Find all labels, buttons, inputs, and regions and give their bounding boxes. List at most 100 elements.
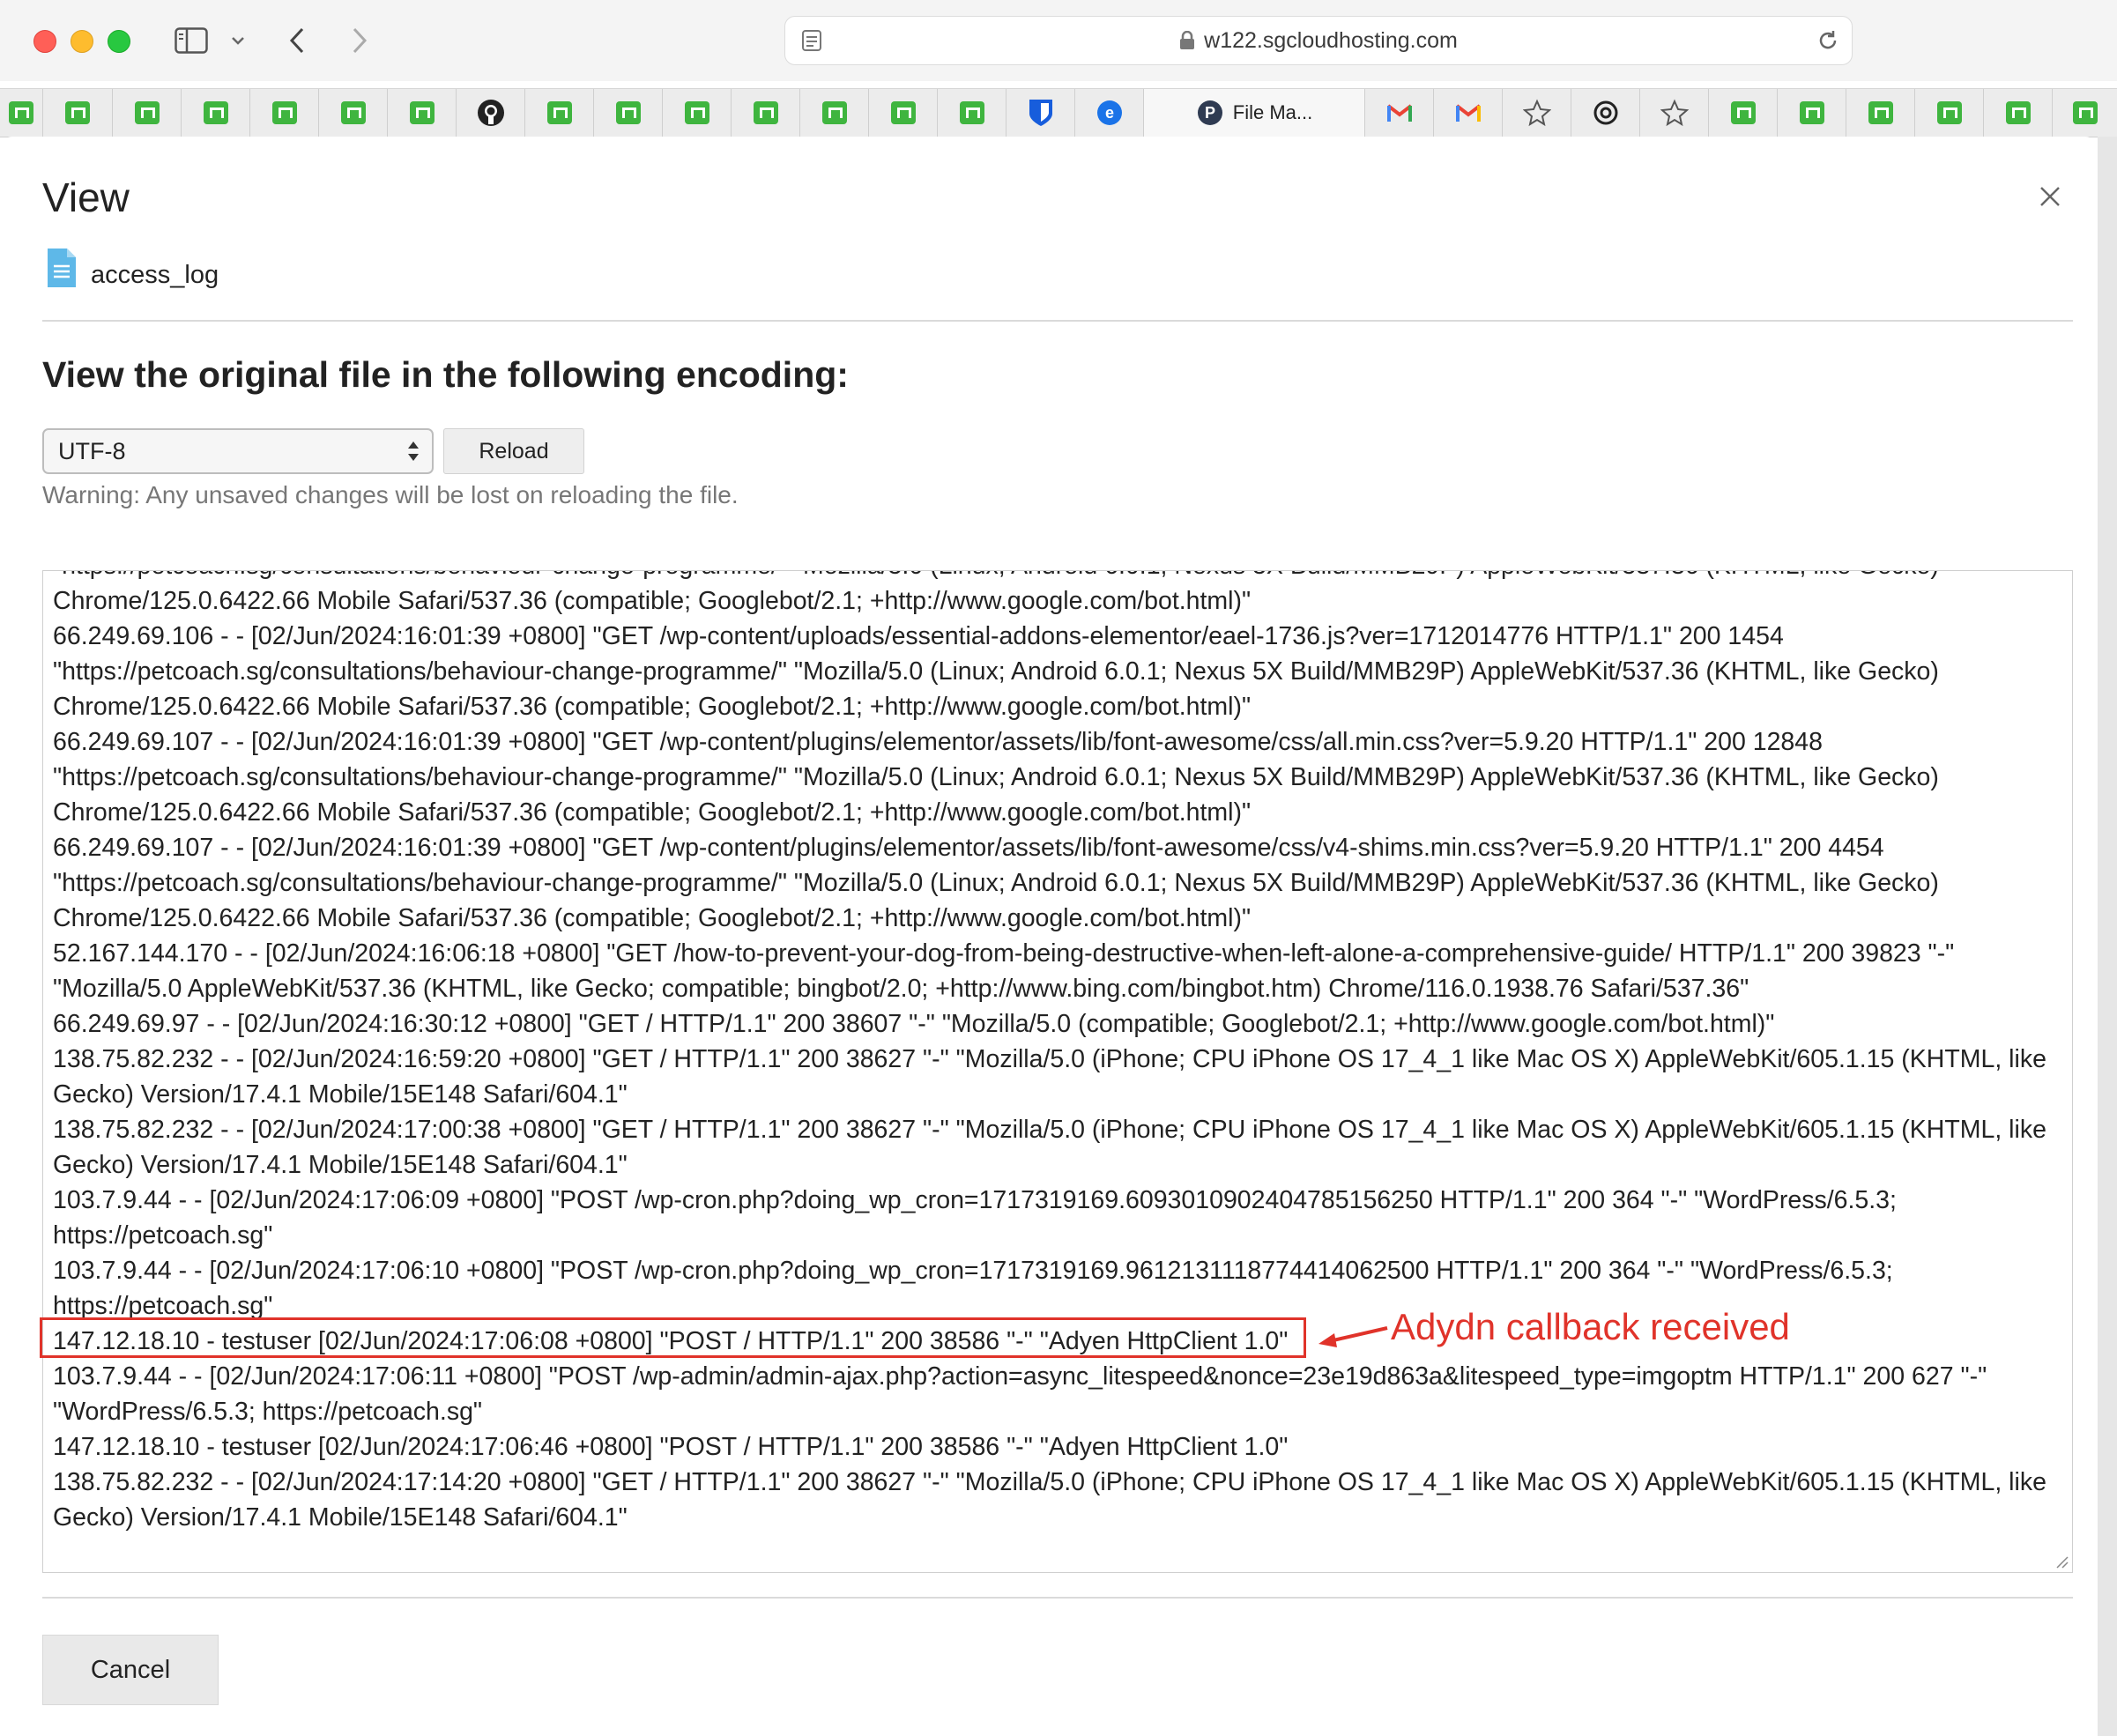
bookmark-item[interactable]: [1778, 89, 1846, 137]
green-site-icon: [546, 101, 572, 124]
green-site-icon: [134, 101, 160, 124]
log-line: 138.75.82.232 - - [02/Jun/2024:17:00:38 …: [53, 1116, 2046, 1144]
green-site-icon: [1868, 101, 1893, 124]
green-site-icon: [890, 101, 916, 124]
log-line: "https://petcoach.sg/consultations/behav…: [53, 571, 2062, 583]
encoding-select-value: UTF-8: [58, 438, 126, 464]
url-text: w122.sgcloudhosting.com: [785, 17, 1852, 64]
bookmark-item[interactable]: [1503, 89, 1571, 137]
browser-titlebar: w122.sgcloudhosting.com: [0, 0, 2117, 81]
window-minimize-button[interactable]: [71, 30, 93, 53]
bookmark-item[interactable]: [594, 89, 663, 137]
log-textarea[interactable]: "https://petcoach.sg/consultations/behav…: [42, 570, 2073, 1573]
annotation-highlight-box: [40, 1317, 1306, 1358]
green-site-icon: [1730, 101, 1756, 124]
log-line: Chrome/125.0.6422.66 Mobile Safari/537.3…: [53, 904, 1252, 932]
divider: [42, 1597, 2073, 1599]
bookmark-item[interactable]: [1984, 89, 2053, 137]
bookmark-item[interactable]: [388, 89, 457, 137]
bookmark-item[interactable]: [869, 89, 938, 137]
bookmark-item[interactable]: [0, 89, 43, 137]
bookmark-item[interactable]: [1915, 89, 1984, 137]
log-line: 66.249.69.106 - - [02/Jun/2024:16:01:39 …: [53, 622, 1784, 650]
close-icon[interactable]: [2034, 181, 2066, 212]
bookmark-item[interactable]: [1434, 89, 1503, 137]
star-icon: [1660, 99, 1689, 127]
reload-page-icon[interactable]: [1816, 29, 1839, 52]
svg-text:e: e: [1104, 104, 1113, 122]
bookmark-item[interactable]: [2053, 89, 2117, 137]
forward-arrow-icon[interactable]: [346, 21, 373, 60]
modal-title: View: [42, 174, 130, 220]
address-bar[interactable]: w122.sgcloudhosting.com: [784, 16, 1853, 65]
bookmark-item[interactable]: [525, 89, 594, 137]
cancel-button[interactable]: Cancel: [42, 1635, 219, 1705]
log-line: Gecko) Version/17.4.1 Mobile/15E148 Safa…: [53, 1503, 628, 1532]
url-label: w122.sgcloudhosting.com: [1204, 28, 1458, 53]
bookmark-item[interactable]: [1846, 89, 1915, 137]
log-line: "WordPress/6.5.3; https://petcoach.sg": [53, 1398, 483, 1426]
reload-warning: Warning: Any unsaved changes will be los…: [42, 481, 739, 508]
svg-text:P: P: [1205, 104, 1215, 122]
log-line: https://petcoach.sg": [53, 1221, 273, 1250]
chevron-down-icon[interactable]: [227, 21, 249, 60]
green-site-icon: [821, 101, 847, 124]
bookmark-item[interactable]: [938, 89, 1007, 137]
log-line: "https://petcoach.sg/consultations/behav…: [53, 657, 1939, 686]
resize-grip-icon[interactable]: [2054, 1554, 2069, 1569]
bookmark-item[interactable]: [1709, 89, 1778, 137]
file-name: access_log: [91, 261, 219, 289]
tab-file-manager[interactable]: P File Ma...: [1144, 89, 1365, 137]
bookmark-item[interactable]: [732, 89, 800, 137]
log-line: Gecko) Version/17.4.1 Mobile/15E148 Safa…: [53, 1080, 628, 1109]
green-site-icon: [409, 101, 435, 124]
bookmark-item[interactable]: [319, 89, 388, 137]
gmail-icon: [1455, 104, 1481, 122]
green-site-icon: [753, 101, 778, 124]
log-line: Chrome/125.0.6422.66 Mobile Safari/537.3…: [53, 587, 1252, 615]
back-arrow-icon[interactable]: [284, 21, 310, 60]
bookmark-item[interactable]: e: [1075, 89, 1144, 137]
divider: [42, 320, 2073, 322]
bookmark-item[interactable]: [457, 89, 525, 137]
log-line: 66.249.69.107 - - [02/Jun/2024:16:01:39 …: [53, 834, 1884, 862]
window-zoom-button[interactable]: [108, 30, 130, 53]
encoding-select[interactable]: UTF-8: [42, 428, 434, 474]
log-line: 52.167.144.170 - - [02/Jun/2024:16:06:18…: [53, 939, 1955, 968]
bookmark-item[interactable]: [663, 89, 732, 137]
log-line: 138.75.82.232 - - [02/Jun/2024:17:14:20 …: [53, 1468, 2046, 1496]
e-icon: e: [1096, 100, 1122, 125]
window-close-button[interactable]: [33, 30, 56, 53]
document-icon: [48, 249, 76, 287]
log-line: "https://petcoach.sg/consultations/behav…: [53, 869, 1939, 897]
gmail-icon: [1386, 104, 1412, 122]
view-file-modal: View access_log View the original file i…: [0, 137, 2098, 1736]
green-site-icon: [684, 101, 709, 124]
log-line: 66.249.69.107 - - [02/Jun/2024:16:01:39 …: [53, 728, 1823, 756]
bookmark-item[interactable]: [113, 89, 182, 137]
tab-title: File Ma...: [1232, 101, 1313, 123]
annotation-arrow-icon: [1318, 1326, 1388, 1347]
log-line: Chrome/125.0.6422.66 Mobile Safari/537.3…: [53, 693, 1252, 721]
bookmark-item[interactable]: [1640, 89, 1709, 137]
bookmark-item[interactable]: [1571, 89, 1640, 137]
openai-icon: [1593, 100, 1617, 125]
sidebar-toggle-icon[interactable]: [169, 21, 213, 60]
page-background: [2098, 137, 2117, 1736]
bookmark-item[interactable]: [1007, 89, 1075, 137]
log-line: 66.249.69.97 - - [02/Jun/2024:16:30:12 +…: [53, 1010, 1775, 1038]
reload-button[interactable]: Reload: [443, 428, 584, 474]
log-line: 147.12.18.10 - testuser [02/Jun/2024:17:…: [53, 1433, 1289, 1461]
bookmark-item[interactable]: [800, 89, 869, 137]
star-icon: [1522, 99, 1551, 127]
bookmark-item[interactable]: [1365, 89, 1434, 137]
log-line: Gecko) Version/17.4.1 Mobile/15E148 Safa…: [53, 1151, 628, 1179]
bookmark-item[interactable]: [182, 89, 250, 137]
bookmark-item[interactable]: [250, 89, 319, 137]
encoding-heading: View the original file in the following …: [42, 354, 849, 395]
log-line: 103.7.9.44 - - [02/Jun/2024:17:06:10 +08…: [53, 1257, 1893, 1285]
bookmarks-bar: e P File Ma...: [0, 88, 2117, 137]
green-site-icon: [2072, 101, 2098, 124]
log-line: 103.7.9.44 - - [02/Jun/2024:17:06:11 +08…: [53, 1362, 1987, 1391]
bookmark-item[interactable]: [43, 89, 113, 137]
